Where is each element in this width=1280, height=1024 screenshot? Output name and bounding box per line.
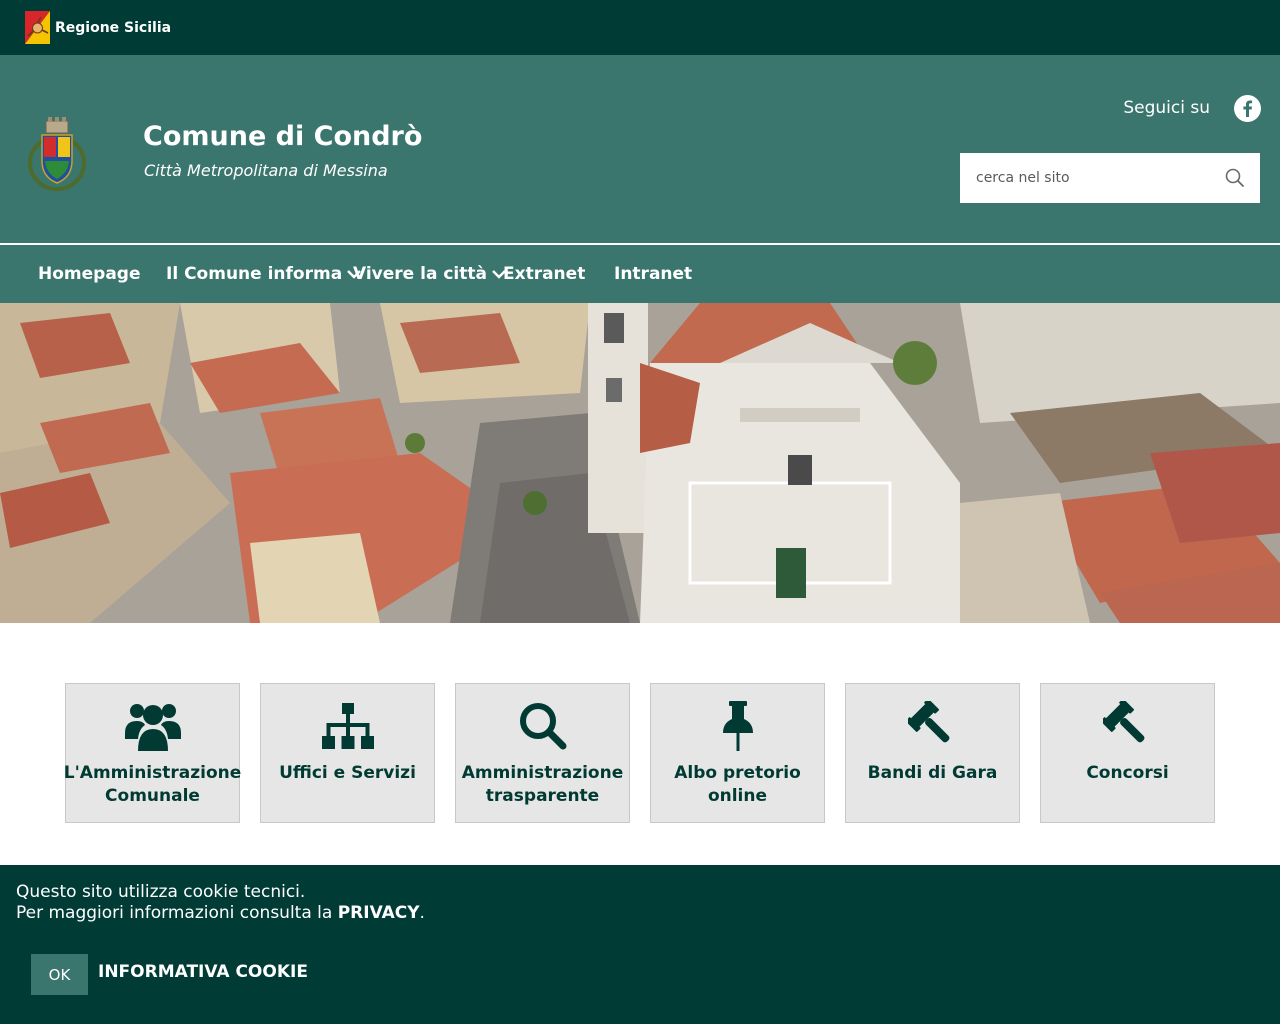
- cookie-banner: Questo sito utilizza cookie tecnici. Per…: [0, 865, 1280, 1024]
- cookie-text-prefix: Per maggiori informazioni consulta la: [16, 903, 338, 923]
- coat-of-arms-icon[interactable]: [28, 115, 86, 191]
- cookie-ok-button[interactable]: OK: [31, 954, 88, 995]
- tile-label: Uffici e Servizi: [279, 763, 416, 783]
- tile-albo-pretorio-online[interactable]: Albo pretorio online: [650, 683, 825, 823]
- tile-label: Concorsi: [1086, 763, 1169, 783]
- search-icon[interactable]: [1224, 167, 1246, 189]
- search-box: [960, 153, 1260, 203]
- region-bar: Regione Sicilia: [0, 0, 1280, 55]
- gavel-icon: [1100, 700, 1156, 752]
- cookie-info-link[interactable]: INFORMATIVA COOKIE: [98, 962, 308, 982]
- tile-label: Albo pretorio online: [674, 763, 801, 806]
- tile-label: Amministrazione trasparente: [461, 763, 624, 806]
- tile-concorsi[interactable]: Concorsi: [1040, 683, 1215, 823]
- tile-label: L'Amministrazione Comunale: [63, 763, 242, 806]
- search-icon: [515, 700, 571, 752]
- nav-item-label: Intranet: [614, 264, 693, 284]
- site-subtitle: Città Metropolitana di Messina: [144, 161, 388, 180]
- cookie-text-suffix: .: [419, 903, 425, 923]
- cookie-text-line2: Per maggiori informazioni consulta la PR…: [16, 903, 425, 923]
- pushpin-icon: [710, 700, 766, 752]
- nav-item-label: Il Comune informa: [166, 264, 343, 284]
- nav-item-label: Extranet: [503, 264, 586, 284]
- search-input[interactable]: [960, 154, 1210, 202]
- quick-links: L'Amministrazione Comunale Uffici e Serv…: [64, 683, 1215, 823]
- users-icon: [124, 700, 181, 752]
- trinacria-flag-icon[interactable]: [25, 11, 50, 44]
- tile-amministrazione-trasparente[interactable]: Amministrazione trasparente: [455, 683, 630, 823]
- tile-label: Bandi di Gara: [867, 763, 998, 783]
- nav-item-intranet[interactable]: Intranet: [614, 245, 692, 303]
- site-title[interactable]: Comune di Condrò: [143, 121, 422, 152]
- nav-item-vivere-la-citta[interactable]: Vivere la città: [353, 245, 507, 303]
- region-link[interactable]: Regione Sicilia: [55, 20, 171, 36]
- nav-item-label: Homepage: [38, 264, 141, 284]
- nav-item-extranet[interactable]: Extranet: [503, 245, 585, 303]
- nav-item-il-comune-informa[interactable]: Il Comune informa: [166, 245, 362, 303]
- tile-bandi-di-gara[interactable]: Bandi di Gara: [845, 683, 1020, 823]
- nav-item-label: Vivere la città: [353, 264, 487, 284]
- site-header: Comune di Condrò Città Metropolitana di …: [0, 55, 1280, 243]
- tile-uffici-e-servizi[interactable]: Uffici e Servizi: [260, 683, 435, 823]
- gavel-icon: [905, 700, 961, 752]
- facebook-icon[interactable]: [1234, 95, 1261, 122]
- main-nav: Homepage Il Comune informa Vivere la cit…: [0, 245, 1280, 303]
- tile-amministrazione-comunale[interactable]: L'Amministrazione Comunale: [64, 683, 241, 823]
- nav-item-homepage[interactable]: Homepage: [38, 245, 141, 303]
- cookie-text-line1: Questo sito utilizza cookie tecnici.: [16, 882, 306, 902]
- sitemap-icon: [320, 700, 376, 752]
- hero-image: [0, 303, 1280, 623]
- follow-label: Seguici su: [1123, 98, 1210, 118]
- privacy-link[interactable]: PRIVACY: [338, 903, 420, 923]
